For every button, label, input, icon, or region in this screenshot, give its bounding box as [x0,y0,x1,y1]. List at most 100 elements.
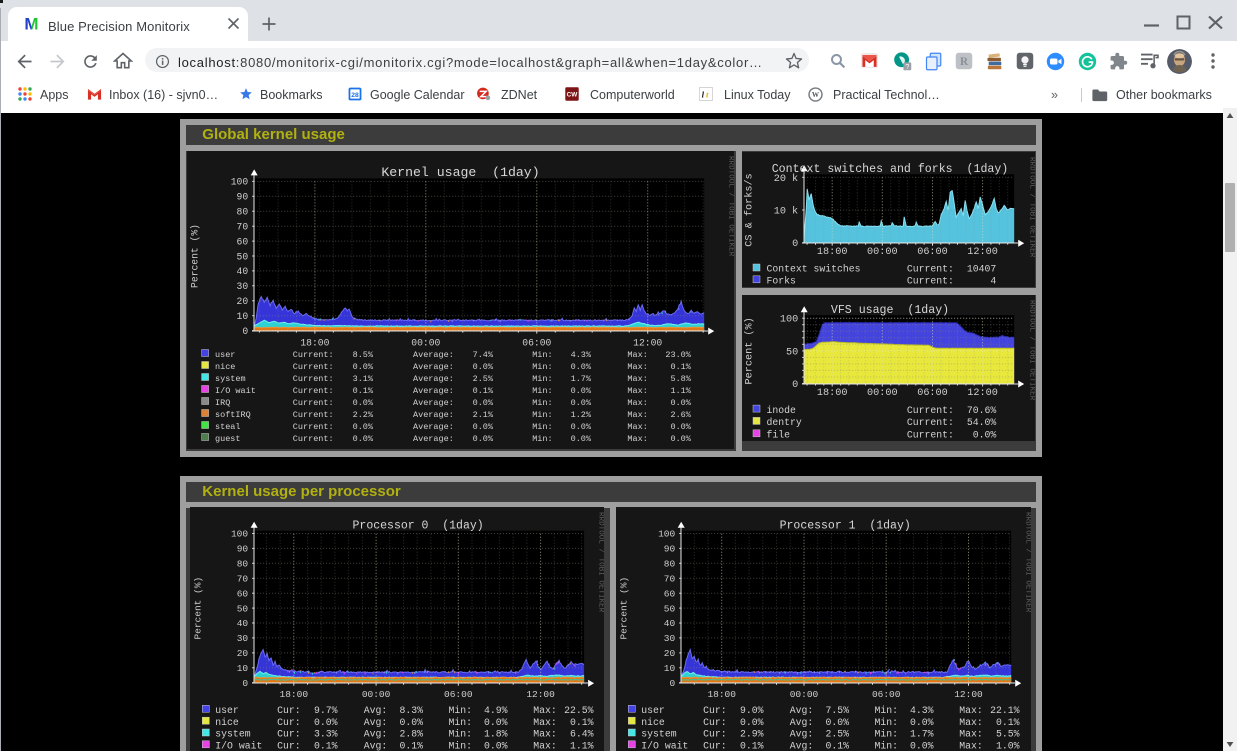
svg-text:40: 40 [236,618,248,629]
svg-text:0.1%: 0.1% [352,386,373,396]
svg-text:Processor 0 (1day): Processor 0 (1day) [352,519,483,532]
svg-text:RRDTOOL / TOBI OETIKER: RRDTOOL / TOBI OETIKER [1028,157,1036,258]
svg-text:23.0%: 23.0% [665,350,691,360]
svg-text:Percent (%): Percent (%) [744,317,756,384]
svg-text:2.1%: 2.1% [472,410,493,420]
svg-text:0.0%: 0.0% [670,422,691,432]
svg-text:Average:: Average: [413,398,454,408]
svg-text:2.5%: 2.5% [825,729,849,740]
svg-text:2.5%: 2.5% [472,374,493,384]
svg-text:Min:: Min: [532,350,552,360]
svg-text:Cur:: Cur: [703,729,727,740]
svg-text:0.0%: 0.0% [484,741,508,751]
svg-text:30: 30 [236,633,248,644]
svg-text:00:00: 00:00 [361,689,390,700]
svg-text:0.0%: 0.0% [570,422,591,432]
svg-text:1.8%: 1.8% [484,729,508,740]
svg-text:Max:: Max: [533,717,557,728]
svg-text:I/O wait: I/O wait [641,741,688,751]
svg-text:0.0%: 0.0% [472,398,493,408]
svg-text:60: 60 [236,588,248,599]
svg-text:Max:: Max: [533,741,557,751]
svg-text:Max:: Max: [627,386,647,396]
svg-text:inode: inode [767,404,797,415]
svg-text:28: 28 [351,92,359,99]
svg-text:VFS usage (1day): VFS usage (1day) [831,303,949,316]
svg-text:06:00: 06:00 [872,689,901,700]
svg-text:Max:: Max: [627,422,647,432]
svg-text:2.2%: 2.2% [352,410,373,420]
svg-text:0: 0 [242,326,248,337]
svg-text:Current:: Current: [292,434,333,444]
svg-text:0.0%: 0.0% [570,434,591,444]
svg-text:50: 50 [236,251,248,262]
svg-text:90: 90 [236,544,248,555]
svg-text:RRDTOOL / TOBI OETIKER: RRDTOOL / TOBI OETIKER [1023,512,1031,613]
svg-text:Cur:: Cur: [703,705,727,716]
svg-text:40: 40 [663,618,675,629]
svg-text:20 k: 20 k [774,173,798,185]
svg-text:Avg:: Avg: [789,741,813,751]
svg-text:6.4%: 6.4% [570,729,594,740]
svg-text:2.8%: 2.8% [399,729,423,740]
svg-text:0.0%: 0.0% [910,741,934,751]
svg-text:Min:: Min: [532,386,552,396]
svg-text:Kernel usage (1day): Kernel usage (1day) [381,165,539,180]
svg-text:0.0%: 0.0% [910,717,934,728]
svg-text:0.0%: 0.0% [570,386,591,396]
svg-text:18:00: 18:00 [707,689,736,700]
svg-text:0.0%: 0.0% [352,422,373,432]
svg-text:0.0%: 0.0% [472,362,493,372]
svg-text:Max:: Max: [627,374,647,384]
svg-text:Percent (%): Percent (%) [618,577,629,640]
svg-text:100: 100 [780,314,798,325]
svg-text:system: system [215,729,250,740]
svg-text:06:00: 06:00 [444,689,473,700]
svg-text:Max:: Max: [627,410,647,420]
svg-text:Avg:: Avg: [789,717,813,728]
svg-text:Min:: Min: [532,398,552,408]
svg-text:Min:: Min: [874,717,898,728]
svg-text:Average:: Average: [413,434,454,444]
svg-text:0.0%: 0.0% [352,362,373,372]
svg-text:Context switches: Context switches [767,264,861,275]
svg-text:Average:: Average: [413,374,454,384]
svg-text:Percent (%): Percent (%) [192,577,203,640]
svg-text:Cur:: Cur: [277,717,301,728]
svg-text:50: 50 [786,347,798,358]
svg-text:0.0%: 0.0% [825,717,849,728]
svg-text:0.1%: 0.1% [996,717,1020,728]
svg-text:Current:: Current: [907,417,954,428]
svg-text:0.0%: 0.0% [570,398,591,408]
svg-text:Average:: Average: [413,422,454,432]
svg-text:I/O wait: I/O wait [215,386,256,396]
svg-text:9.7%: 9.7% [314,705,338,716]
svg-text:Cur:: Cur: [703,741,727,751]
svg-text:7.4%: 7.4% [472,350,493,360]
svg-text:0.1%: 0.1% [399,741,423,751]
svg-text:10: 10 [236,663,248,674]
svg-text:Current:: Current: [292,350,333,360]
svg-text:0.0%: 0.0% [399,717,423,728]
svg-text:Average:: Average: [413,410,454,420]
svg-text:nice: nice [641,717,665,728]
svg-text:0: 0 [792,380,798,391]
svg-text:Min:: Min: [874,741,898,751]
svg-text:Cur:: Cur: [277,741,301,751]
svg-text:2.6%: 2.6% [670,410,691,420]
svg-text:Min:: Min: [532,422,552,432]
svg-text:R: R [960,56,969,68]
svg-text:dentry: dentry [767,417,802,428]
svg-text:100: 100 [231,529,248,540]
svg-text:Min:: Min: [532,410,552,420]
svg-text:2.9%: 2.9% [740,729,764,740]
svg-text:1.1%: 1.1% [570,741,594,751]
svg-text:8.3%: 8.3% [399,705,423,716]
svg-text:0.1%: 0.1% [670,362,691,372]
svg-text:Current:: Current: [292,410,333,420]
svg-text:70: 70 [236,221,248,232]
svg-text:80: 80 [236,559,248,570]
svg-text:Avg:: Avg: [363,717,387,728]
svg-text:Avg:: Avg: [363,705,387,716]
svg-text:RRDTOOL / TOBI OETIKER: RRDTOOL / TOBI OETIKER [596,512,604,613]
